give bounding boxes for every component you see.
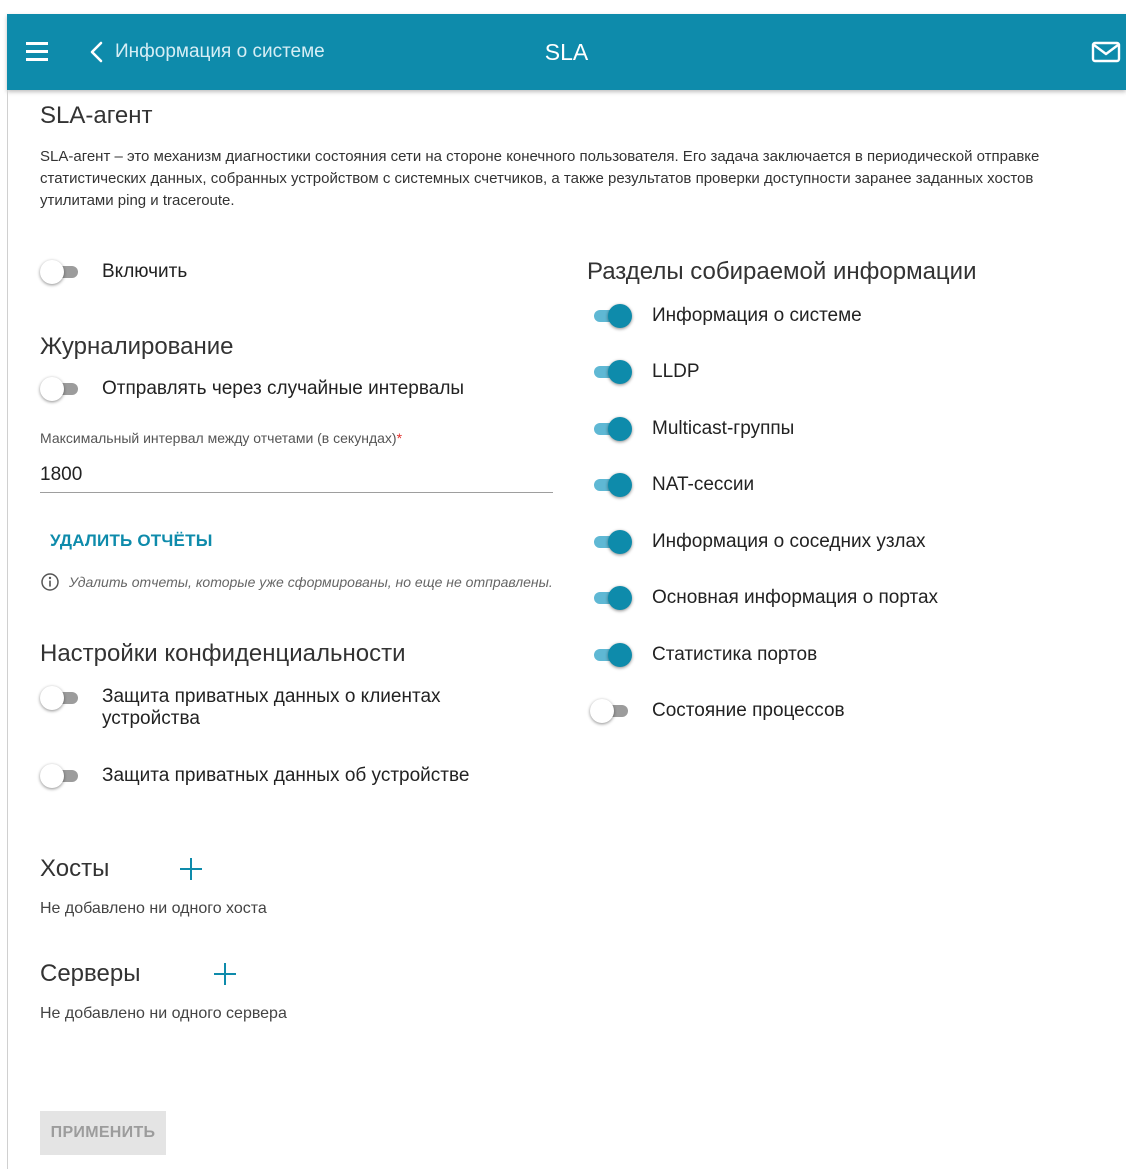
section-item[interactable]: LLDP: [590, 360, 700, 384]
mail-icon[interactable]: [1091, 41, 1121, 63]
apply-button[interactable]: ПРИМЕНИТЬ: [40, 1111, 166, 1155]
section-label: LLDP: [652, 361, 700, 382]
section-toggle-ports-info[interactable]: [590, 586, 632, 610]
section-item[interactable]: Основная информация о портах: [590, 586, 938, 610]
add-server-icon[interactable]: [212, 961, 238, 987]
device-protection-toggle[interactable]: [40, 764, 82, 788]
clients-protection-toggle[interactable]: [40, 686, 82, 710]
section-label: Основная информация о портах: [652, 587, 939, 608]
section-item[interactable]: NAT-сессии: [590, 473, 754, 497]
sla-agent-title: SLA-агент: [40, 102, 153, 129]
random-intervals-row[interactable]: Отправлять через случайные интервалы: [40, 377, 464, 401]
section-toggle-lldp[interactable]: [590, 360, 632, 384]
enable-toggle-row[interactable]: Включить: [40, 260, 187, 284]
content-left-border: [7, 90, 8, 1169]
section-item[interactable]: Состояние процессов: [590, 699, 845, 723]
sla-agent-description: SLA-агент – это механизм диагностики сос…: [40, 148, 1040, 209]
max-interval-label-text: Максимальный интервал между отчетами (в …: [40, 430, 397, 446]
section-toggle-system-info[interactable]: [590, 304, 632, 328]
random-intervals-label: Отправлять через случайные интервалы: [102, 378, 465, 399]
random-intervals-toggle[interactable]: [40, 377, 82, 401]
delete-reports-hint: Удалить отчеты, которые уже сформированы…: [40, 572, 553, 592]
section-label: Информация о соседних узлах: [652, 531, 926, 552]
max-interval-label: Максимальный интервал между отчетами (в …: [40, 430, 402, 446]
section-label: Информация о системе: [652, 305, 862, 326]
section-toggle-nat[interactable]: [590, 473, 632, 497]
logging-title: Журналирование: [40, 333, 234, 360]
hosts-title: Хосты: [40, 855, 110, 882]
delete-reports-button[interactable]: УДАЛИТЬ ОТЧЁТЫ: [50, 531, 213, 551]
section-toggle-multicast[interactable]: [590, 417, 632, 441]
privacy-title: Настройки конфиденциальности: [40, 640, 406, 667]
section-label: Multicast-группы: [652, 418, 795, 439]
max-interval-input[interactable]: [40, 458, 553, 493]
section-label: Статистика портов: [652, 644, 818, 665]
enable-toggle[interactable]: [40, 260, 82, 284]
delete-reports-hint-text: Удалить отчеты, которые уже сформированы…: [69, 574, 553, 590]
section-item[interactable]: Multicast-группы: [590, 417, 794, 441]
required-mark: *: [396, 430, 403, 446]
servers-title: Серверы: [40, 960, 141, 987]
device-protection-row[interactable]: Защита приватных данных об устройстве: [40, 764, 469, 788]
info-icon: [41, 573, 59, 591]
section-item[interactable]: Статистика портов: [590, 643, 817, 667]
section-label: NAT-сессии: [652, 474, 755, 495]
servers-empty-text: Не добавлено ни одного сервера: [40, 1005, 287, 1022]
section-item[interactable]: Информация о соседних узлах: [590, 530, 926, 554]
enable-label: Включить: [102, 261, 188, 282]
sections-title: Разделы собираемой информации: [587, 258, 977, 285]
hosts-empty-text: Не добавлено ни одного хоста: [40, 900, 267, 917]
section-toggle-neighbors[interactable]: [590, 530, 632, 554]
section-label: Состояние процессов: [652, 700, 845, 721]
top-bar: Информация о системе SLA: [7, 14, 1126, 90]
device-protection-label: Защита приватных данных об устройстве: [102, 765, 470, 786]
section-item[interactable]: Информация о системе: [590, 304, 862, 328]
section-toggle-processes[interactable]: [590, 699, 632, 723]
page-title: SLA: [544, 39, 589, 65]
add-host-icon[interactable]: [178, 856, 204, 882]
clients-protection-row[interactable]: Защита приватных данных о клиентах устро…: [40, 686, 492, 730]
clients-protection-label: Защита приватных данных о клиентах устро…: [102, 686, 441, 729]
section-toggle-ports-stats[interactable]: [590, 643, 632, 667]
